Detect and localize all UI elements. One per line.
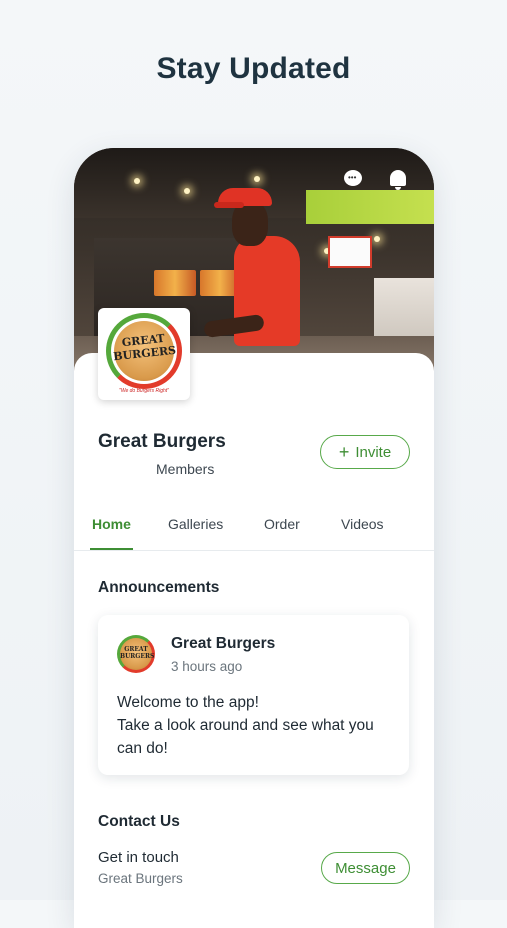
post-line2: Take a look around and see what you can … (117, 717, 374, 757)
bell-icon[interactable] (388, 170, 408, 190)
group-content: Great Burgers Members + Invite Home Gall… (74, 353, 434, 928)
chat-bubble-icon[interactable]: ••• (344, 170, 364, 190)
invite-button[interactable]: + Invite (320, 435, 410, 469)
post-author: Great Burgers (171, 635, 276, 652)
phone-frame: ••• GREAT BURGERS "We do Burgers Right" … (74, 148, 434, 928)
page-headline: Stay Updated (156, 52, 351, 85)
members-label[interactable]: Members (156, 461, 214, 477)
tab-galleries[interactable]: Galleries (168, 511, 223, 551)
tab-home[interactable]: Home (90, 511, 133, 551)
contact-business-name: Great Burgers (98, 871, 183, 886)
post-body: Welcome to the app! Take a look around a… (117, 691, 402, 760)
tab-bar: Home Galleries Order Videos (74, 511, 434, 551)
tab-order[interactable]: Order (264, 511, 300, 551)
message-button[interactable]: Message (321, 852, 410, 884)
announcements-title: Announcements (98, 579, 220, 596)
post-time: 3 hours ago (171, 659, 243, 674)
contact-get-in-touch: Get in touch (98, 849, 179, 866)
tab-videos[interactable]: Videos (341, 511, 384, 551)
plus-icon: + (338, 442, 350, 462)
logo-tagline: "We do Burgers Right" (119, 388, 169, 394)
post-line1: Welcome to the app! (117, 694, 259, 711)
post-avatar: GREAT BURGERS (117, 635, 155, 673)
announcement-post[interactable]: GREAT BURGERS Great Burgers 3 hours ago W… (98, 615, 409, 775)
contact-title: Contact Us (98, 813, 180, 830)
invite-label: Invite (355, 443, 392, 461)
group-logo: GREAT BURGERS "We do Burgers Right" (98, 308, 190, 400)
group-name: Great Burgers (98, 431, 226, 452)
